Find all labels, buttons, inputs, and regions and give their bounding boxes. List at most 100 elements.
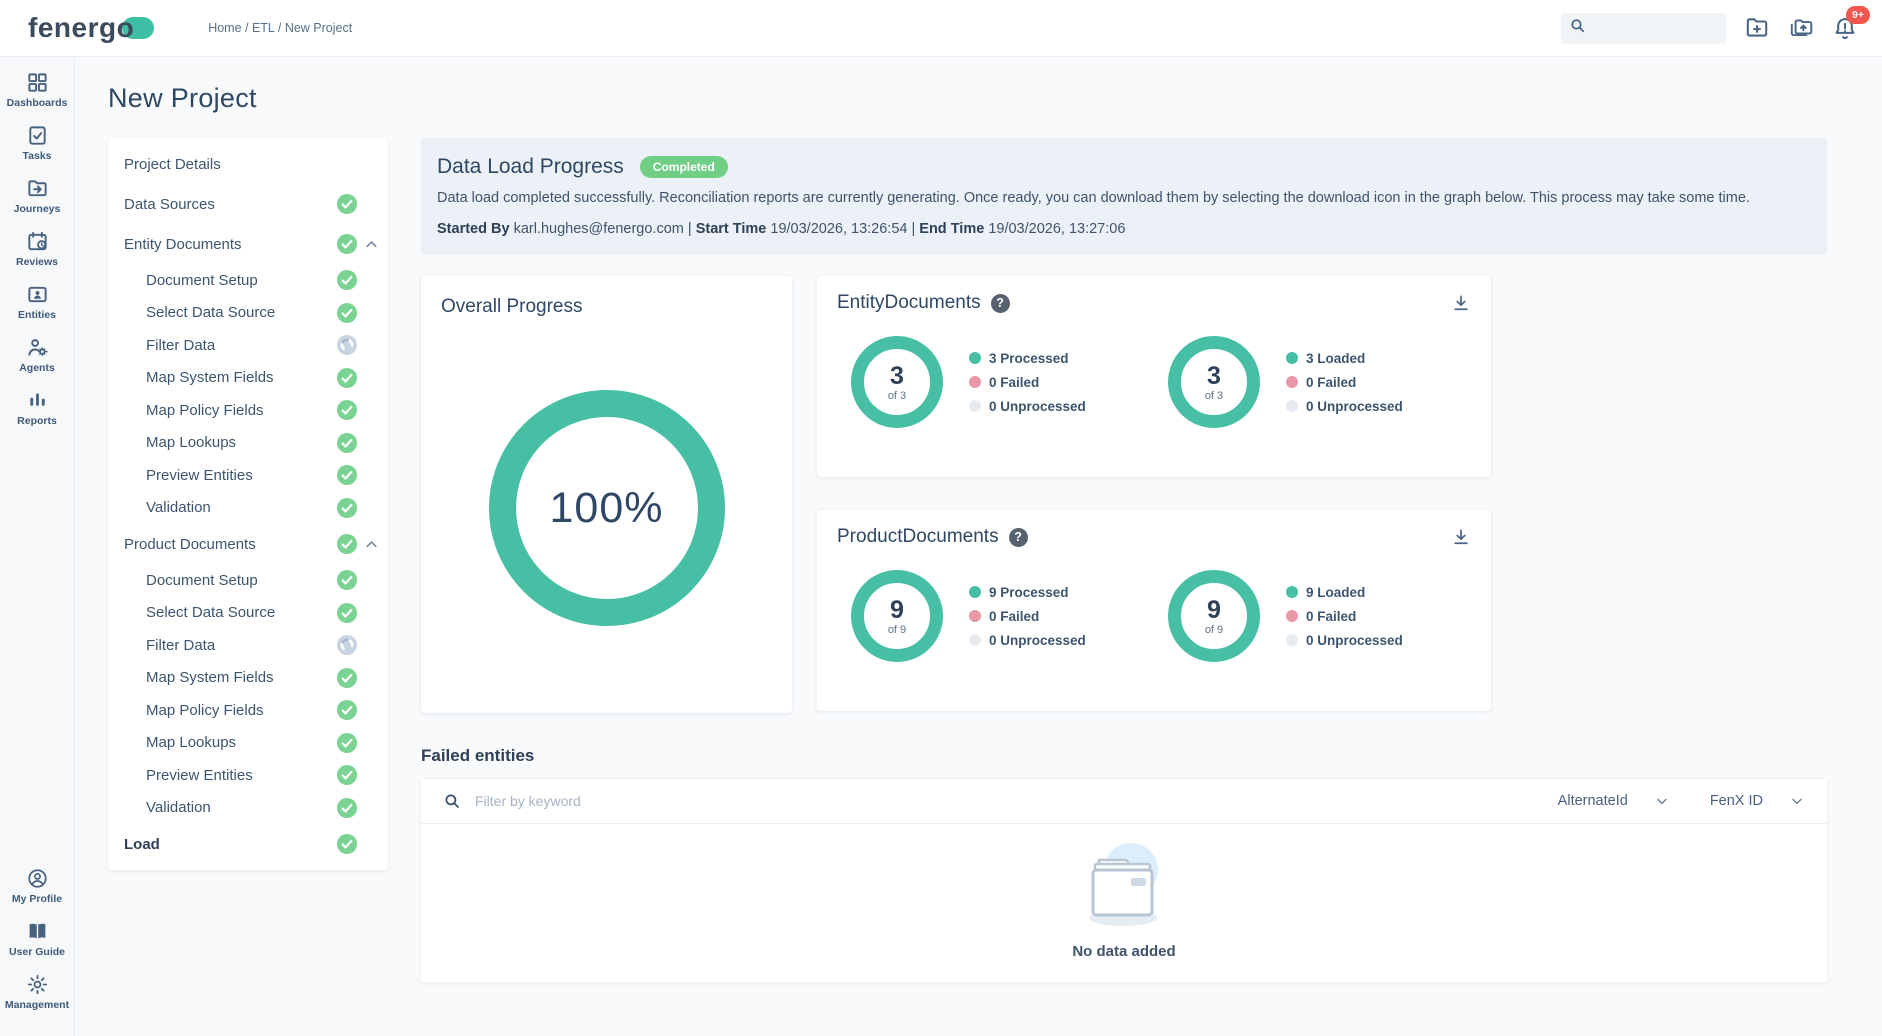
help-icon[interactable]: ? <box>991 294 1010 313</box>
sidebar-item-dashboards[interactable]: Dashboards <box>0 71 74 109</box>
legend-item: 3 Loaded <box>1286 351 1403 366</box>
failed-filter-row: AlternateId FenX ID <box>421 779 1827 824</box>
sidebar-item-label: Journeys <box>14 203 61 215</box>
meta-value-start-time: 19/03/2026, 13:26:54 <box>770 221 907 237</box>
donut-chart: 9of 9 <box>1168 570 1260 662</box>
step-document-setup[interactable]: Document Setup <box>108 264 388 297</box>
chevron-up-icon[interactable] <box>363 536 380 553</box>
legend-label: 3 Loaded <box>1306 351 1365 366</box>
sidebar-item-management[interactable]: Management <box>0 973 74 1011</box>
step-select-data-source[interactable]: Select Data Source <box>108 297 388 330</box>
sidebar-item-reviews[interactable]: Reviews <box>0 230 74 268</box>
legend-label: 3 Processed <box>989 351 1069 366</box>
check-icon <box>337 498 357 518</box>
guide-icon <box>26 920 49 943</box>
step-map-system-fields[interactable]: Map System Fields <box>108 362 388 395</box>
step-map-lookups[interactable]: Map Lookups <box>108 427 388 460</box>
overall-progress-value: 100% <box>550 484 664 533</box>
donut-subtitle: of 3 <box>1205 390 1223 402</box>
card-header: ProductDocuments? <box>837 526 1471 548</box>
sidebar-item-label: Reviews <box>16 256 58 268</box>
breadcrumb[interactable]: Home / ETL / New Project <box>208 21 352 35</box>
add-folder-button[interactable] <box>1744 15 1770 41</box>
profile-icon <box>26 867 49 890</box>
step-label: Select Data Source <box>146 604 337 621</box>
sidebar-item-reports[interactable]: Reports <box>0 389 74 427</box>
sidebar-item-entities[interactable]: Entities <box>0 283 74 321</box>
meta-value-started-by: karl.hughes@fenergo.com <box>514 221 684 237</box>
step-preview-entities[interactable]: Preview Entities <box>108 459 388 492</box>
meta-value-end-time: 19/03/2026, 13:27:06 <box>988 221 1125 237</box>
help-icon[interactable]: ? <box>1009 528 1028 547</box>
sidebar-item-label: Reports <box>17 415 57 427</box>
sidebar-item-agents[interactable]: Agents <box>0 336 74 374</box>
failed-entities-card: AlternateId FenX ID No data added <box>421 779 1827 982</box>
legend-item: 0 Unprocessed <box>969 633 1086 648</box>
chevron-placeholder <box>363 337 380 354</box>
legend-label: 0 Failed <box>989 609 1039 624</box>
skipped-icon <box>337 635 357 655</box>
legend-label: 0 Unprocessed <box>1306 633 1403 648</box>
reviews-icon <box>26 230 49 253</box>
status-badge: Completed <box>640 156 728 178</box>
sidebar-item-my-profile[interactable]: My Profile <box>0 867 74 905</box>
progress-meta: Started By karl.hughes@fenergo.com | Sta… <box>437 221 1811 237</box>
step-entity-documents[interactable]: Entity Documents <box>108 224 388 264</box>
step-preview-entities[interactable]: Preview Entities <box>108 759 388 792</box>
step-map-system-fields[interactable]: Map System Fields <box>108 662 388 695</box>
notifications-button[interactable]: 9+ <box>1832 15 1858 41</box>
legend-item: 9 Processed <box>969 585 1086 600</box>
step-project-details[interactable]: Project Details <box>108 144 388 184</box>
check-icon <box>337 700 357 720</box>
chevron-placeholder <box>363 369 380 386</box>
step-label: Filter Data <box>146 637 337 654</box>
step-data-sources[interactable]: Data Sources <box>108 184 388 224</box>
step-validation[interactable]: Validation <box>108 492 388 525</box>
download-icon[interactable] <box>1451 527 1471 547</box>
global-search[interactable] <box>1561 13 1726 44</box>
chevron-up-icon[interactable] <box>363 236 380 253</box>
step-map-lookups[interactable]: Map Lookups <box>108 727 388 760</box>
step-label: Load <box>124 836 337 853</box>
sidebar-item-tasks[interactable]: Tasks <box>0 124 74 162</box>
legend-dot <box>1286 610 1298 622</box>
import-folder-button[interactable] <box>1788 15 1814 41</box>
step-label: Map Lookups <box>146 434 337 451</box>
sidebar-item-journeys[interactable]: Journeys <box>0 177 74 215</box>
step-filter-data[interactable]: Filter Data <box>108 329 388 362</box>
empty-folder-illustration <box>1079 838 1169 935</box>
step-document-setup[interactable]: Document Setup <box>108 564 388 597</box>
sidebar-item-user-guide[interactable]: User Guide <box>0 920 74 958</box>
legend-dot <box>1286 634 1298 646</box>
donut-chart: 9of 9 <box>851 570 943 662</box>
step-map-policy-fields[interactable]: Map Policy Fields <box>108 694 388 727</box>
sidebar-item-label: Management <box>5 999 69 1011</box>
download-icon[interactable] <box>1451 293 1471 313</box>
fenx-id-dropdown-label: FenX ID <box>1710 793 1763 809</box>
chevron-placeholder <box>363 734 380 751</box>
step-filter-data[interactable]: Filter Data <box>108 629 388 662</box>
check-icon <box>337 465 357 485</box>
progress-description: Data load completed successfully. Reconc… <box>437 187 1807 209</box>
search-input[interactable] <box>1592 21 1718 36</box>
step-product-documents[interactable]: Product Documents <box>108 524 388 564</box>
alternate-id-dropdown[interactable]: AlternateId <box>1558 793 1670 809</box>
fenx-id-dropdown[interactable]: FenX ID <box>1710 793 1805 809</box>
legend-dot <box>1286 376 1298 388</box>
donut-row: 9of 9 9 Processed 0 Failed 0 Unprocessed 9of… <box>837 570 1471 662</box>
skipped-icon <box>337 335 357 355</box>
check-icon <box>337 534 357 554</box>
step-load[interactable]: Load <box>108 824 388 864</box>
fenergo-logo[interactable]: fenergo <box>28 14 152 42</box>
donut-group: 3of 33 Processed0 Failed0 Unprocessed <box>837 336 1154 428</box>
step-map-policy-fields[interactable]: Map Policy Fields <box>108 394 388 427</box>
donut-subtitle: of 9 <box>888 624 906 636</box>
keyword-filter-input[interactable] <box>475 793 1518 809</box>
step-label: Validation <box>146 799 337 816</box>
project-steps-card: Project DetailsData SourcesEntity Docume… <box>108 138 388 870</box>
top-header: fenergo Home / ETL / New Project 9+ <box>0 0 1882 57</box>
step-validation[interactable]: Validation <box>108 792 388 825</box>
overall-progress-donut: 100% <box>489 390 725 626</box>
step-select-data-source[interactable]: Select Data Source <box>108 597 388 630</box>
journeys-icon <box>26 177 49 200</box>
